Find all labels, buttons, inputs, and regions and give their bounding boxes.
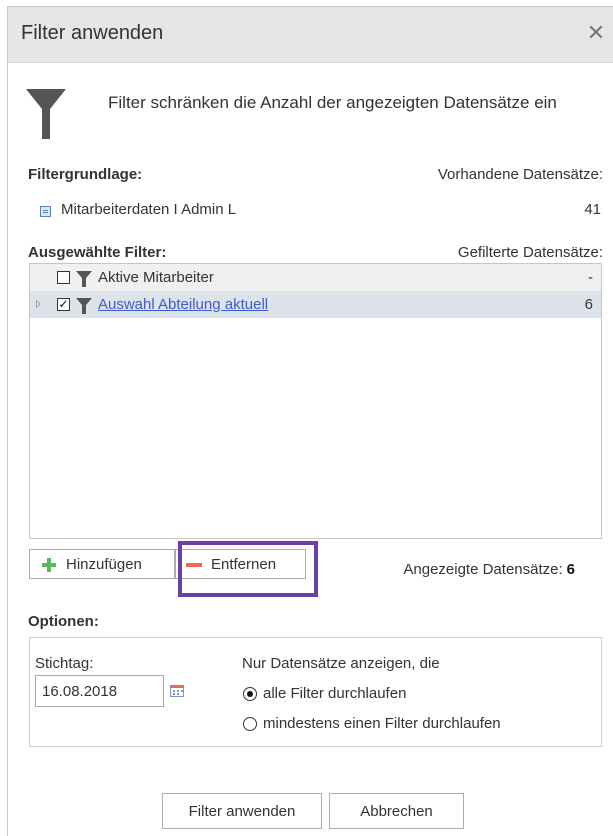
radio-all-label[interactable]: alle Filter durchlaufen — [263, 685, 406, 702]
date-input[interactable] — [35, 675, 164, 707]
calendar-icon[interactable] — [170, 685, 184, 697]
filter-count: 6 — [584, 296, 593, 313]
funnel-icon — [76, 296, 92, 323]
basis-label: Filtergrundlage: — [28, 166, 143, 183]
date-label: Stichtag: — [35, 655, 94, 672]
filter-row[interactable]: ✓ Auswahl Abteilung aktuell 6 — [30, 291, 601, 318]
radio-any-label[interactable]: mindestens einen Filter durchlaufen — [263, 715, 501, 732]
filter-count: - — [588, 269, 593, 286]
funnel-icon — [26, 89, 66, 146]
options-label: Optionen: — [28, 613, 99, 630]
source-count: 41 — [584, 201, 601, 218]
filter-dialog: Filter anwenden ✕ Filter schränken die A… — [7, 6, 613, 836]
plus-icon — [42, 558, 56, 572]
close-icon[interactable]: ✕ — [583, 19, 609, 47]
filter-checkbox[interactable] — [57, 271, 70, 284]
cancel-button[interactable]: Abbrechen — [329, 793, 464, 829]
source-name: Mitarbeiterdaten I Admin L — [61, 201, 237, 218]
filters-label: Ausgewählte Filter: — [28, 244, 167, 261]
table-icon — [40, 206, 51, 217]
add-button-label: Hinzufügen — [66, 556, 142, 573]
filter-name: Aktive Mitarbeiter — [98, 269, 214, 286]
shown-records-value: 6 — [566, 561, 575, 578]
show-label: Nur Datensätze anzeigen, die — [242, 655, 440, 672]
highlight-frame — [178, 541, 318, 597]
radio-any-filter[interactable] — [243, 717, 257, 731]
records-label: Vorhandene Datensätze: — [437, 166, 603, 183]
filter-name-link[interactable]: Auswahl Abteilung aktuell — [98, 291, 268, 318]
filter-checkbox[interactable]: ✓ — [57, 298, 70, 311]
dialog-titlebar: Filter anwenden ✕ — [8, 7, 613, 63]
info-text: Filter schränken die Anzahl der angezeig… — [108, 93, 557, 112]
dialog-title: Filter anwenden — [21, 22, 164, 44]
radio-all-filters[interactable] — [243, 687, 257, 701]
add-button[interactable]: Hinzufügen — [29, 549, 175, 579]
filtered-label: Gefilterte Datensätze: — [457, 244, 603, 261]
shown-records: Angezeigte Datensätze: 6 — [403, 561, 575, 578]
filter-list[interactable]: Aktive Mitarbeiter - ✓ Auswahl Abteilung… — [29, 263, 602, 539]
filter-row[interactable]: Aktive Mitarbeiter - — [30, 264, 601, 291]
expand-arrow-icon[interactable] — [36, 300, 41, 308]
apply-button[interactable]: Filter anwenden — [162, 793, 322, 829]
shown-records-label: Angezeigte Datensätze: — [403, 561, 563, 578]
